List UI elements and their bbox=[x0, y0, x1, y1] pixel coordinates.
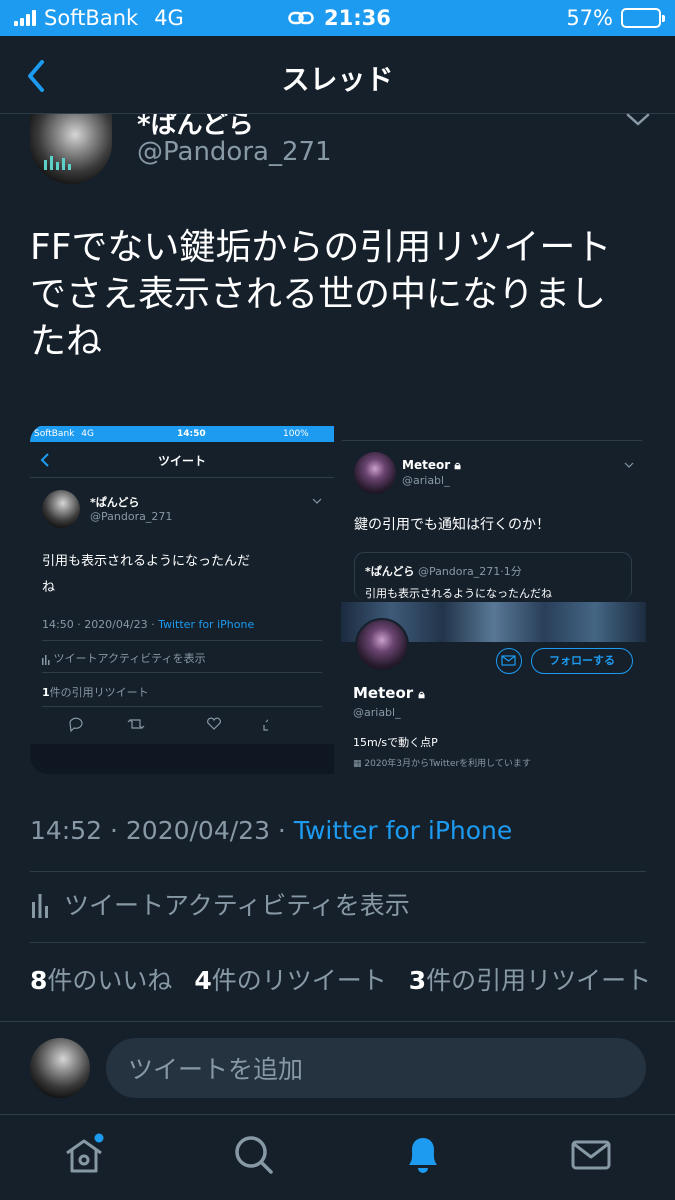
mini-avatar bbox=[42, 490, 80, 528]
meteor-avatar bbox=[354, 452, 396, 494]
meteor-chevron-icon bbox=[624, 462, 634, 468]
mini-battery: 100% bbox=[283, 429, 309, 439]
meteor-name: Meteor 🔒︎ bbox=[402, 458, 461, 472]
profile-avatar bbox=[355, 618, 409, 672]
quoted-text: 引用も表示されるようになったんだね bbox=[365, 587, 552, 600]
search-icon[interactable] bbox=[232, 1133, 276, 1177]
divider bbox=[42, 706, 322, 707]
mini-quote-count: 1件の引用リツイート bbox=[42, 686, 149, 699]
retweets-count[interactable]: 4件のリツイート bbox=[194, 966, 386, 995]
carrier: SoftBank bbox=[44, 6, 139, 30]
mini-name: *ぱんどら bbox=[90, 496, 140, 509]
notification-dot bbox=[94, 1133, 104, 1143]
notifications-icon[interactable] bbox=[401, 1133, 445, 1177]
navigation-bar: スレッド bbox=[0, 36, 675, 114]
mini-title: ツイート bbox=[157, 454, 206, 468]
mini-carrier: SoftBank 4G bbox=[34, 429, 94, 439]
mini-chevron-icon bbox=[312, 498, 322, 504]
mini-text-line: ね bbox=[42, 580, 56, 595]
battery-percent: 57% bbox=[566, 6, 613, 30]
mini-bar-chart-icon bbox=[42, 654, 50, 665]
divider bbox=[42, 672, 322, 673]
tweet-source-link[interactable]: Twitter for iPhone bbox=[294, 816, 512, 845]
tweet-timestamp: 14:52 · 2020/04/23 · Twitter for iPhone bbox=[30, 816, 513, 845]
quoted-tweet: *ぱんどら @Pandora_271·1分 引用も表示されるようになったんだね bbox=[354, 552, 632, 600]
page-title: スレッド bbox=[281, 63, 394, 96]
chevron-down-icon[interactable] bbox=[625, 112, 651, 128]
mini-navbar: ツイート bbox=[30, 442, 334, 478]
quoted-header: *ぱんどら @Pandora_271·1分 bbox=[365, 565, 522, 578]
profile-bio: 15m/sで動く点P bbox=[353, 736, 438, 749]
battery-icon bbox=[621, 8, 665, 28]
mini-activity: ツイートアクティビティを表示 bbox=[42, 650, 206, 666]
signal-icon bbox=[14, 10, 36, 26]
message-button bbox=[496, 648, 522, 674]
mini-bottom-area bbox=[30, 744, 334, 774]
tweet-text: FFでない鍵垢からの引用リツイート でさえ表示される世の中になりまし たね bbox=[30, 224, 645, 365]
likes-count[interactable]: 8件のいいね bbox=[30, 966, 172, 995]
profile-name: Meteor 🔒︎ bbox=[353, 684, 425, 702]
meteor-handle: @ariabl_ bbox=[402, 474, 450, 487]
link-icon bbox=[288, 11, 314, 25]
mini-time: 14:50 bbox=[177, 429, 206, 439]
thread-screen: SoftBank 4G 21:36 57% スレッド *ぱんどら @Pandor… bbox=[0, 0, 675, 1200]
lock-icon: 🔒︎ bbox=[454, 458, 461, 472]
status-bar: SoftBank 4G 21:36 57% bbox=[0, 0, 675, 36]
tweet-activity-link[interactable]: ツイートアクティビティを表示 bbox=[30, 886, 410, 922]
clock: 21:36 bbox=[324, 6, 391, 30]
divider bbox=[42, 640, 322, 641]
home-icon[interactable] bbox=[62, 1133, 106, 1177]
mail-icon bbox=[501, 655, 516, 666]
messages-icon[interactable] bbox=[569, 1133, 613, 1177]
meteor-tweet-text: 鍵の引用でも通知は行くのか！ bbox=[354, 517, 550, 533]
profile-handle: @ariabl_ bbox=[353, 706, 401, 719]
mini-action-icons bbox=[69, 717, 268, 732]
tweet-text-line: FFでない鍵垢からの引用リツイート bbox=[30, 227, 612, 268]
engagement-counts: 8件のいいね 4件のリツイート 3件の引用リツイート bbox=[30, 961, 651, 997]
author-avatar[interactable] bbox=[30, 108, 112, 184]
network-type: 4G bbox=[154, 6, 184, 30]
tab-bar bbox=[0, 1114, 675, 1200]
calendar-icon: ▦ bbox=[353, 759, 362, 769]
mini-meta: 14:50 · 2020/04/23 · Twitter for iPhone bbox=[42, 618, 255, 631]
profile-card: フォローする Meteor 🔒︎ @ariabl_ 15m/sで動く点P ▦ 2… bbox=[341, 618, 646, 774]
tweet-text-line: でさえ表示される世の中になりまし bbox=[30, 274, 607, 315]
activity-label: ツイートアクティビティを表示 bbox=[64, 891, 410, 920]
profile-joined: ▦ 2020年3月からTwitterを利用しています bbox=[353, 759, 531, 769]
divider bbox=[30, 942, 646, 943]
author-handle[interactable]: @Pandora_271 bbox=[137, 137, 332, 167]
reply-bar: ツイートを追加 bbox=[0, 1021, 675, 1114]
quotes-count[interactable]: 3件の引用リツイート bbox=[409, 966, 651, 995]
reply-placeholder: ツイートを追加 bbox=[128, 1055, 304, 1084]
reply-input[interactable]: ツイートを追加 bbox=[106, 1038, 646, 1098]
divider bbox=[342, 440, 642, 441]
divider bbox=[30, 871, 646, 872]
screenshot-left-panel: SoftBank 4G 14:50 100% ツイート *ぱんどら @Pando… bbox=[30, 424, 334, 774]
activity-icon bbox=[32, 894, 48, 918]
my-avatar[interactable] bbox=[30, 1038, 90, 1098]
attached-image[interactable]: SoftBank 4G 14:50 100% ツイート *ぱんどら @Pando… bbox=[30, 424, 646, 774]
mini-text-line: 引用も表示されるようになったんだ bbox=[42, 554, 251, 569]
mini-status-bar: SoftBank 4G 14:50 100% bbox=[30, 426, 334, 442]
lock-icon: 🔒︎ bbox=[418, 687, 425, 701]
follow-button: フォローする bbox=[531, 648, 633, 674]
tweet-text-line: たね bbox=[30, 321, 103, 362]
mini-handle: @Pandora_271 bbox=[90, 510, 173, 523]
